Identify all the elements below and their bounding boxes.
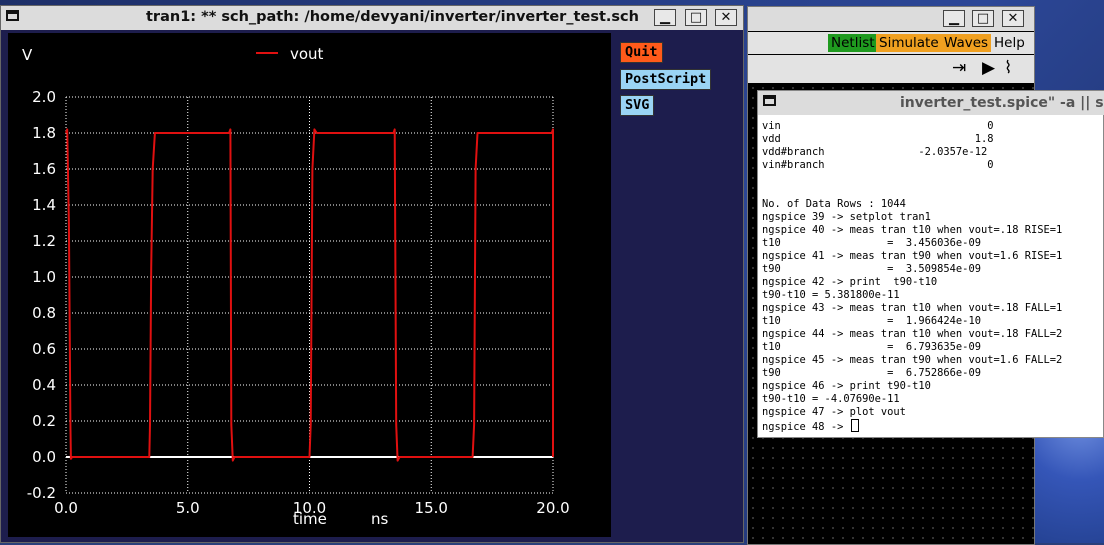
terminal-line: ngspice 40 -> meas tran t10 when vout=.1… xyxy=(762,224,1063,236)
postscript-button[interactable]: PostScript xyxy=(620,69,712,90)
minimize-icon[interactable]: ▁ xyxy=(943,10,965,27)
y-tick-label: -0.2 xyxy=(27,484,56,502)
x-axis-unit: ns xyxy=(371,510,389,528)
window-menu-icon[interactable] xyxy=(6,10,19,21)
plot-area[interactable]: 0.0 5.0 10.0 15.0 20.0 2.0 1.8 1.6 1.4 1.2 1.0 0.8 0… xyxy=(8,33,611,537)
terminal-line: No. of Data Rows : 1044 xyxy=(762,198,906,210)
maximize-icon[interactable]: □ xyxy=(685,9,707,26)
terminal-line: t10 = 1.966424e-10 xyxy=(762,315,981,327)
terminal-line: t10 = 6.793635e-09 xyxy=(762,341,981,353)
terminal-line: vdd 1.8 xyxy=(762,133,994,145)
terminal-line: t90 = 6.752866e-09 xyxy=(762,367,981,379)
x-tick-label: 20.0 xyxy=(536,499,569,517)
y-tick-label: 1.6 xyxy=(32,160,56,178)
terminal-line: t10 = 3.456036e-09 xyxy=(762,237,981,249)
y-axis-label: V xyxy=(22,46,33,64)
close-icon[interactable]: ✕ xyxy=(715,9,737,26)
quit-button[interactable]: Quit xyxy=(620,42,663,63)
y-tick-label: 1.0 xyxy=(32,268,56,286)
terminal-line: t90-t10 = -4.07690e-11 xyxy=(762,393,900,405)
waveform-icon[interactable]: ⌇ xyxy=(1004,60,1012,77)
waves-button[interactable]: Waves xyxy=(941,34,992,52)
plot-window: tran1: ** sch_path: /home/devyani/invert… xyxy=(0,5,744,543)
terminal-line: ngspice 39 -> setplot tran1 xyxy=(762,211,931,223)
y-tick-label: 1.4 xyxy=(32,196,56,214)
x-axis-label: time xyxy=(293,510,327,528)
window-menu-icon[interactable] xyxy=(763,95,776,106)
y-tick-label: 1.2 xyxy=(32,232,56,250)
netlist-button[interactable]: Netlist xyxy=(828,34,878,52)
plot-button-panel: Quit PostScript SVG xyxy=(614,33,738,537)
vout-chart: 0.0 5.0 10.0 15.0 20.02.01.81.61.41.21.00.80… xyxy=(22,45,570,528)
terminal-cursor xyxy=(850,419,859,432)
y-tick-label: 0.0 xyxy=(32,448,56,466)
axes: 0.0 5.0 10.0 15.0 20.02.01.81.61.41.21.00.80… xyxy=(27,88,570,517)
help-menu[interactable]: Help xyxy=(991,34,1028,52)
terminal-output[interactable]: vin 0 vdd 1.8 vdd#branch -2.0357e-12 vin#br… xyxy=(762,120,1102,436)
terminal-line: ngspice 42 -> print t90-t10 xyxy=(762,276,938,288)
terminal-title: inverter_test.spice" -a || sh xyxy=(900,95,1104,111)
play-icon[interactable]: ▶ xyxy=(982,60,995,77)
descend-icon[interactable]: ⇥ xyxy=(952,60,966,77)
y-tick-label: 2.0 xyxy=(32,88,56,106)
terminal-line: ngspice 43 -> meas tran t10 when vout=.1… xyxy=(762,302,1063,314)
terminal-line: ngspice 47 -> plot vout xyxy=(762,406,906,418)
plot-titlebar: tran1: ** sch_path: /home/devyani/invert… xyxy=(1,6,743,30)
y-tick-label: 0.6 xyxy=(32,340,56,358)
terminal-window: inverter_test.spice" -a || sh vin 0 vdd 1… xyxy=(757,90,1104,438)
y-tick-label: 0.2 xyxy=(32,412,56,430)
close-icon[interactable]: ✕ xyxy=(1002,10,1024,27)
terminal-line: ngspice 41 -> meas tran t90 when vout=1.… xyxy=(762,250,1063,262)
svg-button[interactable]: SVG xyxy=(620,95,655,116)
x-tick-label: 5.0 xyxy=(176,499,200,517)
terminal-line: t90 = 3.509854e-09 xyxy=(762,263,981,275)
minimize-icon[interactable]: ▁ xyxy=(654,9,676,26)
terminal-line: vin#branch 0 xyxy=(762,159,994,171)
terminal-line: vin 0 xyxy=(762,120,994,132)
xschem-toolbar: ⇥ ▶ ⌇ xyxy=(748,55,1034,83)
plot-window-title: tran1: ** sch_path: /home/devyani/invert… xyxy=(146,9,639,25)
terminal-line: ngspice 44 -> meas tran t10 when vout=.1… xyxy=(762,328,1063,340)
legend-label-vout: vout xyxy=(290,45,324,63)
y-tick-label: 0.4 xyxy=(32,376,56,394)
terminal-line: vdd#branch -2.0357e-12 xyxy=(762,146,988,158)
maximize-icon[interactable]: □ xyxy=(972,10,994,27)
terminal-line: ngspice 48 -> xyxy=(762,419,1102,433)
x-tick-label: 0.0 xyxy=(54,499,78,517)
terminal-titlebar: inverter_test.spice" -a || sh xyxy=(758,91,1104,115)
terminal-line: ngspice 45 -> meas tran t90 when vout=1.… xyxy=(762,354,1063,366)
terminal-line: ngspice 46 -> print t90-t10 xyxy=(762,380,931,392)
y-tick-label: 1.8 xyxy=(32,124,56,142)
y-tick-label: 0.8 xyxy=(32,304,56,322)
x-tick-label: 15.0 xyxy=(415,499,448,517)
xschem-menubar: Netlist Simulate Waves Help xyxy=(748,32,1034,54)
terminal-line: t90-t10 = 5.381800e-11 xyxy=(762,289,900,301)
simulate-button[interactable]: Simulate xyxy=(876,34,942,52)
xschem-titlebar: ▁ □ ✕ xyxy=(748,7,1034,31)
